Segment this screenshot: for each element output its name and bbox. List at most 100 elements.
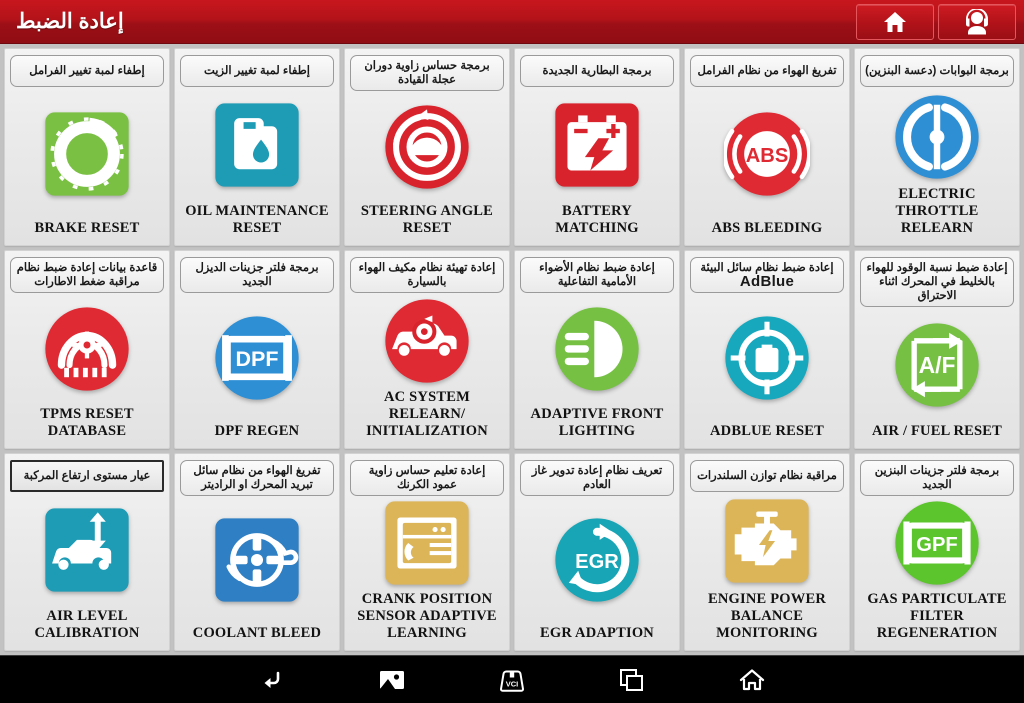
adblue-icon	[724, 315, 810, 401]
card-english-label: STEERING ANGLE RESET	[360, 203, 494, 237]
card-arabic-label: تفريغ الهواء من نظام سائل تبريد المحرك ا…	[180, 459, 334, 496]
card-arabic-label: برمجة حساس زاوية دوران عجلة القيادة	[350, 55, 504, 91]
car-ac-icon	[384, 298, 470, 384]
svg-text:DPF: DPF	[236, 347, 279, 371]
function-card[interactable]: قاعدة بيانات إعادة ضبط نظام مراقبة ضغط ا…	[4, 250, 170, 449]
brake-disc-icon	[44, 111, 130, 197]
card-icon-wrap	[690, 293, 844, 422]
function-card[interactable]: مراقبة نظام توازن السلندرات ENGINE POWER…	[684, 452, 850, 651]
function-card[interactable]: إعادة ضبط نظام سائل البيئة AdBlue ADBLUE …	[684, 250, 850, 449]
water-pump-icon	[214, 517, 300, 603]
nav-recent-apps-button[interactable]	[572, 656, 692, 703]
card-arabic-label: مراقبة نظام توازن السلندرات	[690, 459, 844, 492]
oil-can-icon	[214, 102, 300, 188]
image-icon	[378, 668, 406, 692]
card-icon-wrap	[860, 87, 1014, 186]
abs-icon: ABS	[724, 111, 810, 197]
function-card[interactable]: إطفاء لمبة تغيير الفرامل BRAKE RESET	[4, 48, 170, 247]
card-arabic-label: إعادة ضبط نسبة الوقود للهواء بالخليط في …	[860, 257, 1014, 308]
card-icon-wrap: DPF	[180, 293, 334, 422]
card-english-label: COOLANT BLEED	[192, 624, 322, 641]
gpf-icon: GPF	[894, 500, 980, 586]
card-english-label: ADAPTIVE FRONT LIGHTING	[530, 405, 664, 439]
card-english-label: EGR ADAPTION	[540, 624, 654, 641]
card-english-label: BRAKE RESET	[34, 220, 140, 237]
nav-home-button[interactable]	[692, 656, 812, 703]
reset-functions-screen: إعادة الضبط إطفاء لمبة تغيير الفرامل BRA…	[0, 0, 1024, 703]
tire-pressure-icon	[44, 306, 130, 392]
nav-screenshot-button[interactable]	[332, 656, 452, 703]
headlight-icon	[554, 306, 640, 392]
function-card[interactable]: تعريف نظام إعادة تدوير غاز العادم EGR EG…	[514, 452, 680, 651]
card-english-label: AIR / FUEL RESET	[871, 422, 1003, 439]
card-icon-wrap	[350, 91, 504, 203]
card-icon-wrap	[180, 496, 334, 625]
card-arabic-label: قاعدة بيانات إعادة ضبط نظام مراقبة ضغط ا…	[10, 257, 164, 294]
card-english-label: CRANK POSITION SENSOR ADAPTIVE LEARNING	[357, 590, 497, 641]
crank-sensor-icon	[384, 500, 470, 586]
nav-vci-button[interactable]: VCI	[452, 656, 572, 703]
card-icon-wrap: ABS	[690, 87, 844, 220]
card-arabic-label: إعادة ضبط نظام سائل البيئة AdBlue	[690, 257, 844, 294]
svg-text:GPF: GPF	[916, 534, 957, 556]
function-card[interactable]: برمجة البوابات (دعسة البنزين) ELECTRIC T…	[854, 48, 1020, 247]
headset-user-icon	[962, 9, 992, 35]
card-english-label: GAS PARTICULATE FILTER REGENERATION	[867, 590, 1007, 641]
back-arrow-icon	[257, 667, 287, 693]
card-english-label: AIR LEVEL CALIBRATION	[34, 607, 140, 641]
egr-icon: EGR	[554, 517, 640, 603]
function-card[interactable]: برمجة حساس زاوية دوران عجلة القيادة STEE…	[344, 48, 510, 247]
card-arabic-label: إعادة تهيئة نظام مكيف الهواء بالسيارة	[350, 257, 504, 294]
card-icon-wrap	[180, 87, 334, 203]
card-icon-wrap	[350, 496, 504, 591]
battery-icon	[554, 102, 640, 188]
recent-apps-icon	[618, 667, 646, 693]
car-height-icon	[44, 507, 130, 593]
function-card[interactable]: إعادة ضبط نظام الأضواء الأمامية التفاعلي…	[514, 250, 680, 449]
card-english-label: BATTERY MATCHING	[555, 203, 639, 237]
function-card[interactable]: إطفاء لمبة تغيير الزيت OIL MAINTENANCE R…	[174, 48, 340, 247]
function-card[interactable]: إعادة تعليم حساس زاوية عمود الكرنك CRANK…	[344, 452, 510, 651]
function-card[interactable]: إعادة ضبط نسبة الوقود للهواء بالخليط في …	[854, 250, 1020, 449]
card-english-label: OIL MAINTENANCE RESET	[185, 203, 329, 237]
function-card[interactable]: تفريغ الهواء من نظام الفرامل ABS ABS BLE…	[684, 48, 850, 247]
nav-back-button[interactable]	[212, 656, 332, 703]
card-arabic-label: إطفاء لمبة تغيير الزيت	[180, 55, 334, 87]
engine-power-icon	[724, 498, 810, 584]
svg-text:A/F: A/F	[919, 352, 956, 378]
card-arabic-label: عيار مستوى ارتفاع المركبة	[10, 459, 164, 492]
function-card[interactable]: إعادة تهيئة نظام مكيف الهواء بالسيارة AC…	[344, 250, 510, 449]
function-card[interactable]: تفريغ الهواء من نظام سائل تبريد المحرك ا…	[174, 452, 340, 651]
card-icon-wrap	[520, 293, 674, 405]
function-card[interactable]: برمجة فلتر جزينات البنزين الجديد GPF GAS…	[854, 452, 1020, 651]
svg-text:ABS: ABS	[746, 145, 789, 167]
card-arabic-label: إعادة ضبط نظام الأضواء الأمامية التفاعلي…	[520, 257, 674, 294]
card-icon-wrap	[690, 492, 844, 591]
card-arabic-label: إطفاء لمبة تغيير الفرامل	[10, 55, 164, 87]
dpf-icon: DPF	[214, 315, 300, 401]
page-title: إعادة الضبط	[16, 10, 124, 33]
card-english-label: DPF REGEN	[214, 422, 300, 439]
function-card[interactable]: برمجة البطارية الجديدة BATTERY MATCHING	[514, 48, 680, 247]
card-icon-wrap: A/F	[860, 307, 1014, 422]
function-card[interactable]: برمجة فلتر جزينات الديزل الجديد DPF DPF …	[174, 250, 340, 449]
header-home-button[interactable]	[856, 4, 934, 40]
card-arabic-label: برمجة فلتر جزينات البنزين الجديد	[860, 459, 1014, 496]
card-english-label: ENGINE POWER BALANCE MONITORING	[707, 590, 826, 641]
air-fuel-icon: A/F	[894, 322, 980, 408]
card-english-label: ADBLUE RESET	[709, 422, 824, 439]
header-actions	[856, 4, 1016, 40]
svg-text:VCI: VCI	[506, 679, 519, 688]
card-icon-wrap	[10, 87, 164, 220]
function-card[interactable]: عيار مستوى ارتفاع المركبة AIR LEVEL CALI…	[4, 452, 170, 651]
vci-connector-icon: VCI	[495, 667, 529, 693]
card-icon-wrap	[10, 293, 164, 405]
android-navigation-bar: VCI	[0, 655, 1024, 703]
header-support-button[interactable]	[938, 4, 1016, 40]
card-arabic-label: إعادة تعليم حساس زاوية عمود الكرنك	[350, 459, 504, 496]
card-english-label: ELECTRIC THROTTLE RELEARN	[895, 186, 979, 237]
card-arabic-label: برمجة البطارية الجديدة	[520, 55, 674, 87]
card-icon-wrap	[350, 293, 504, 388]
card-icon-wrap	[10, 492, 164, 608]
card-arabic-label: برمجة البوابات (دعسة البنزين)	[860, 55, 1014, 87]
